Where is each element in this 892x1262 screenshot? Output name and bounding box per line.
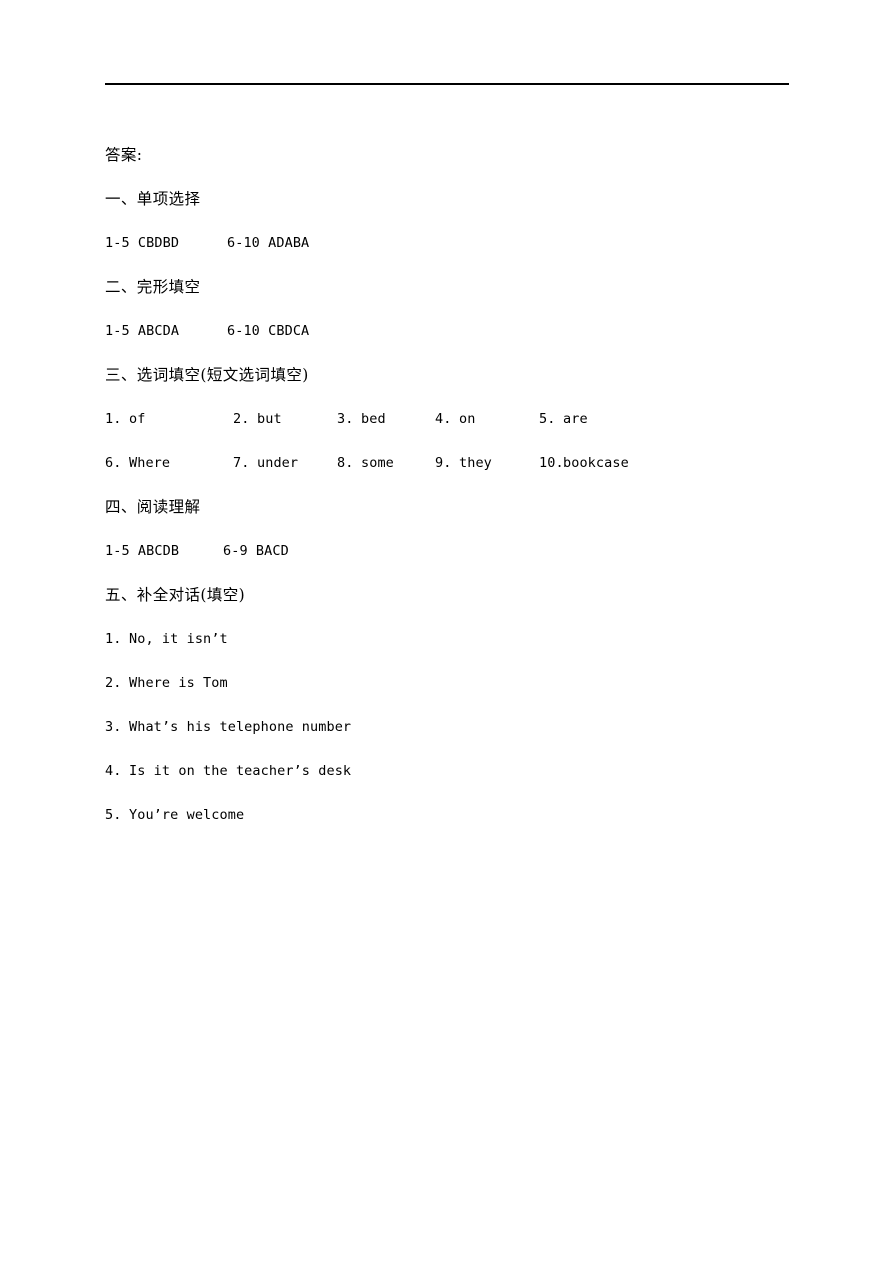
word-number-7: 7. [233, 455, 250, 471]
word-item-6: 6. Where [105, 441, 233, 485]
word-item-1: 1. of [105, 397, 233, 441]
dialogue-line-3: 3. What’s his telephone number [105, 705, 805, 749]
word-item-7: 7. under [233, 441, 337, 485]
word-text-2: but [257, 411, 282, 427]
section-heading-3: 三、选词填空(短文选词填空) [105, 366, 309, 384]
section-heading-4: 四、阅读理解 [105, 498, 201, 516]
dialogue-text-4: Is it on the teacher’s desk [129, 763, 352, 779]
word-item-4: 4. on [435, 397, 539, 441]
document-content: 答案: 一、单项选择 1-5 CBDBD 6-10 ADABA 二、完形填空 1-… [105, 133, 805, 837]
section-heading-2: 二、完形填空 [105, 278, 201, 296]
dialogue-number-5: 5. [105, 807, 122, 823]
word-fill-row-1: 1. of 2. but 3. bed 4. on 5. are [105, 397, 805, 441]
dialogue-line-5: 5. You’re welcome [105, 793, 805, 837]
section-answers-4: 1-5 ABCDB 6-9 BACD [105, 529, 805, 573]
word-text-3: bed [361, 411, 386, 427]
word-number-6: 6. [105, 455, 122, 471]
dialogue-text-2: Where is Tom [129, 675, 228, 691]
answer-range-right-2: 6-10 CBDCA [227, 323, 310, 339]
word-number-4: 4. [435, 411, 452, 427]
word-number-5: 5. [539, 411, 556, 427]
dialogue-number-1: 1. [105, 631, 122, 647]
dialogue-text-5: You’re welcome [129, 807, 245, 823]
word-number-2: 2. [233, 411, 250, 427]
word-number-1: 1. [105, 411, 122, 427]
answers-title: 答案: [105, 146, 143, 164]
word-fill-row-2: 6. Where 7. under 8. some 9. they 10.bookcase [105, 441, 805, 485]
word-text-6: Where [129, 455, 171, 471]
dialogue-number-4: 4. [105, 763, 122, 779]
dialogue-line-1: 1. No, it isn’t [105, 617, 805, 661]
word-text-8: some [361, 455, 394, 471]
section-answers-2: 1-5 ABCDA 6-10 CBDCA [105, 309, 805, 353]
word-text-5: are [563, 411, 588, 427]
word-item-5: 5. are [539, 397, 588, 441]
dialogue-line-4: 4. Is it on the teacher’s desk [105, 749, 805, 793]
dialogue-text-3: What’s his telephone number [129, 719, 352, 735]
word-text-7: under [257, 455, 299, 471]
header-horizontal-rule [105, 83, 789, 85]
word-text-10: bookcase [563, 455, 629, 471]
word-item-8: 8. some [337, 441, 435, 485]
word-item-10: 10.bookcase [539, 441, 629, 485]
dialogue-number-3: 3. [105, 719, 122, 735]
dialogue-line-2: 2. Where is Tom [105, 661, 805, 705]
section-answers-1: 1-5 CBDBD 6-10 ADABA [105, 221, 805, 265]
word-item-2: 2. but [233, 397, 337, 441]
section-heading-5: 五、补全对话(填空) [105, 586, 246, 604]
answer-range-right-4: 6-9 BACD [223, 543, 289, 559]
answer-range-right-1: 6-10 ADABA [227, 235, 310, 251]
dialogue-number-2: 2. [105, 675, 122, 691]
word-text-9: they [459, 455, 492, 471]
word-text-4: on [459, 411, 476, 427]
dialogue-text-1: No, it isn’t [129, 631, 228, 647]
word-item-3: 3. bed [337, 397, 435, 441]
section-heading-1: 一、单项选择 [105, 190, 201, 208]
word-number-3: 3. [337, 411, 354, 427]
word-number-9: 9. [435, 455, 452, 471]
answer-range-left-1: 1-5 CBDBD [105, 235, 180, 251]
word-number-10: 10. [539, 455, 564, 471]
word-text-1: of [129, 411, 146, 427]
document-page: 答案: 一、单项选择 1-5 CBDBD 6-10 ADABA 二、完形填空 1-… [0, 0, 892, 1262]
word-item-9: 9. they [435, 441, 539, 485]
word-number-8: 8. [337, 455, 354, 471]
answer-range-left-2: 1-5 ABCDA [105, 323, 180, 339]
answer-range-left-4: 1-5 ABCDB [105, 543, 180, 559]
